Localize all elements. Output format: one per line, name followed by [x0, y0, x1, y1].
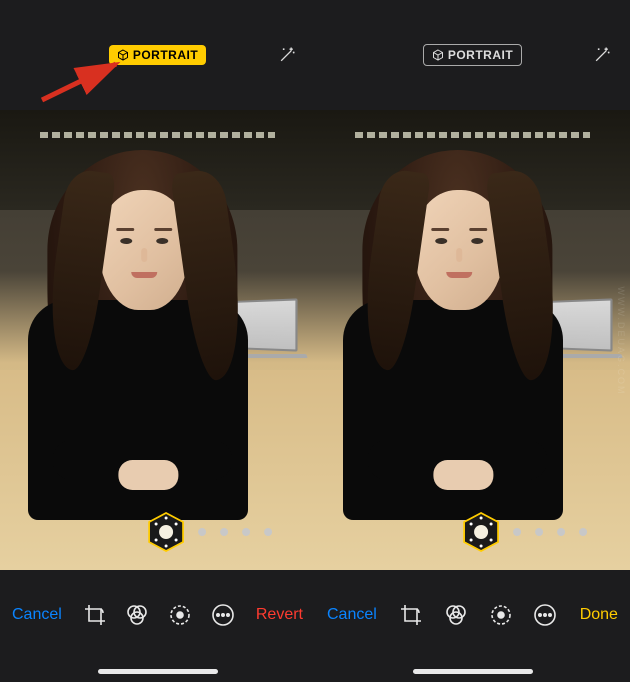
portrait-badge-label: PORTRAIT: [133, 48, 198, 62]
portrait-lighting-picker[interactable]: [463, 512, 587, 552]
adjust-icon[interactable]: [489, 603, 513, 627]
magic-wand-icon[interactable]: [592, 45, 612, 65]
more-icon[interactable]: [533, 603, 557, 627]
more-icon[interactable]: [211, 603, 235, 627]
lighting-option-dot[interactable]: [535, 528, 543, 536]
top-bar: PORTRAIT: [0, 0, 315, 110]
photo-subject: [12, 140, 272, 560]
edit-pane-right: PORTRAIT: [315, 0, 630, 682]
cube-icon: [117, 49, 129, 61]
crop-icon[interactable]: [399, 603, 423, 627]
lighting-option-active[interactable]: [463, 512, 499, 552]
filters-icon[interactable]: [444, 603, 468, 627]
lighting-option-dot[interactable]: [264, 528, 272, 536]
edit-pane-left: PORTRAIT: [0, 0, 315, 682]
photo-preview: [0, 110, 315, 570]
lighting-option-dot[interactable]: [557, 528, 565, 536]
bottom-toolbar: Cancel Done: [315, 570, 630, 682]
portrait-lighting-picker[interactable]: [148, 512, 272, 552]
portrait-badge-active[interactable]: PORTRAIT: [109, 45, 206, 65]
portrait-badge-inactive[interactable]: PORTRAIT: [423, 44, 522, 66]
home-indicator[interactable]: [98, 669, 218, 674]
home-indicator[interactable]: [413, 669, 533, 674]
cube-icon: [432, 49, 444, 61]
photo-preview: [315, 110, 630, 570]
lighting-option-dot[interactable]: [242, 528, 250, 536]
lighting-option-dot[interactable]: [579, 528, 587, 536]
adjust-icon[interactable]: [168, 603, 192, 627]
filters-icon[interactable]: [125, 603, 149, 627]
ceiling-lights: [40, 132, 275, 138]
cancel-button[interactable]: Cancel: [10, 602, 64, 628]
ceiling-lights: [355, 132, 590, 138]
lighting-option-dot[interactable]: [513, 528, 521, 536]
watermark: WWW.DEUAG.COM: [616, 287, 626, 396]
lighting-option-active[interactable]: [148, 512, 184, 552]
portrait-badge-label: PORTRAIT: [448, 48, 513, 62]
top-bar: PORTRAIT: [315, 0, 630, 110]
photo-subject: [327, 140, 587, 560]
lighting-option-dot[interactable]: [220, 528, 228, 536]
cancel-button[interactable]: Cancel: [325, 602, 379, 628]
lighting-option-dot[interactable]: [198, 528, 206, 536]
bottom-toolbar: Cancel Revert: [0, 570, 315, 682]
revert-button[interactable]: Revert: [254, 602, 305, 628]
crop-icon[interactable]: [83, 603, 107, 627]
done-button[interactable]: Done: [578, 602, 620, 628]
magic-wand-icon[interactable]: [277, 45, 297, 65]
